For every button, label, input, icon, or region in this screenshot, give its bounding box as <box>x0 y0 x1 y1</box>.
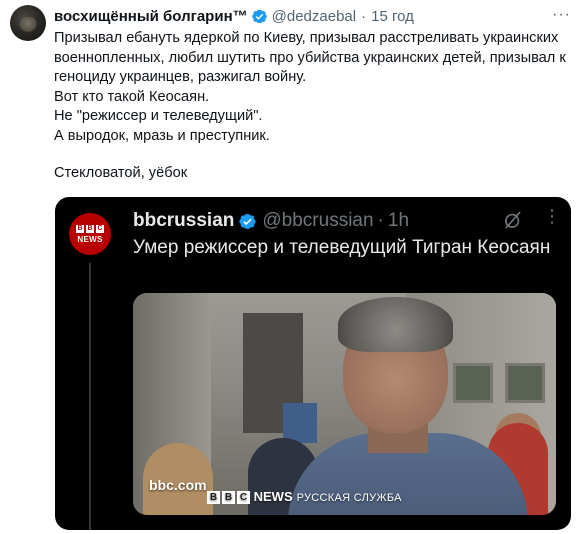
tweet-header: восхищённый болгарин™ @dedzaebal · 15 го… <box>54 6 571 26</box>
bbc-logo: B B C <box>207 491 250 505</box>
grok-icon[interactable] <box>503 210 523 230</box>
quote-avatar[interactable]: B B C NEWS <box>69 213 111 255</box>
verified-badge-icon <box>239 213 256 229</box>
avatar[interactable] <box>10 5 46 41</box>
display-name[interactable]: восхищённый болгарин™ <box>54 8 248 25</box>
tweet-line: Вот кто такой Кеосаян. <box>54 88 210 105</box>
watermark-site: bbc.com <box>149 477 207 493</box>
handle[interactable]: @dedzaebal <box>272 8 356 25</box>
bbc-news-word: NEWS <box>77 234 103 244</box>
verified-badge-icon <box>251 9 267 23</box>
tweet-line: Стекловатой, уёбок <box>54 165 188 181</box>
bbc-logo: B B C <box>76 224 104 233</box>
quote-handle[interactable]: @bbcrussian <box>262 210 373 232</box>
separator-dot: · <box>377 210 384 231</box>
quote-display-name[interactable]: bbcrussian <box>133 210 234 232</box>
thread-line <box>89 263 91 530</box>
quote-timestamp[interactable]: 1h <box>388 210 409 232</box>
quote-media-image[interactable]: bbc.com B B C NEWS РУССКАЯ СЛУЖБА <box>133 293 556 515</box>
tweet-line: А выродок, мразь и преступник. <box>54 127 270 144</box>
tweet-line: Призывал ебануть ядеркой по Киеву, призы… <box>54 30 566 85</box>
more-icon[interactable]: ⋮ <box>543 207 561 225</box>
timestamp[interactable]: 15 год <box>371 8 414 25</box>
quote-text: Умер режиссер и телеведущий Тигран Кеоса… <box>133 237 551 258</box>
watermark-bbc-news: B B C NEWS РУССКАЯ СЛУЖБА <box>207 489 402 505</box>
quote-header: bbcrussian @bbcrussian · 1h ⋮ <box>133 207 561 233</box>
tweet-line: Не "режиссер и телеведущий". <box>54 108 263 124</box>
separator-dot: · <box>361 7 367 25</box>
tweet-text: Призывал ебануть ядеркой по Киеву, призы… <box>54 29 574 184</box>
quoted-tweet[interactable]: B B C NEWS bbcrussian @bbcrussian · 1h ⋮… <box>55 197 571 530</box>
more-icon[interactable]: ··· <box>552 6 571 24</box>
